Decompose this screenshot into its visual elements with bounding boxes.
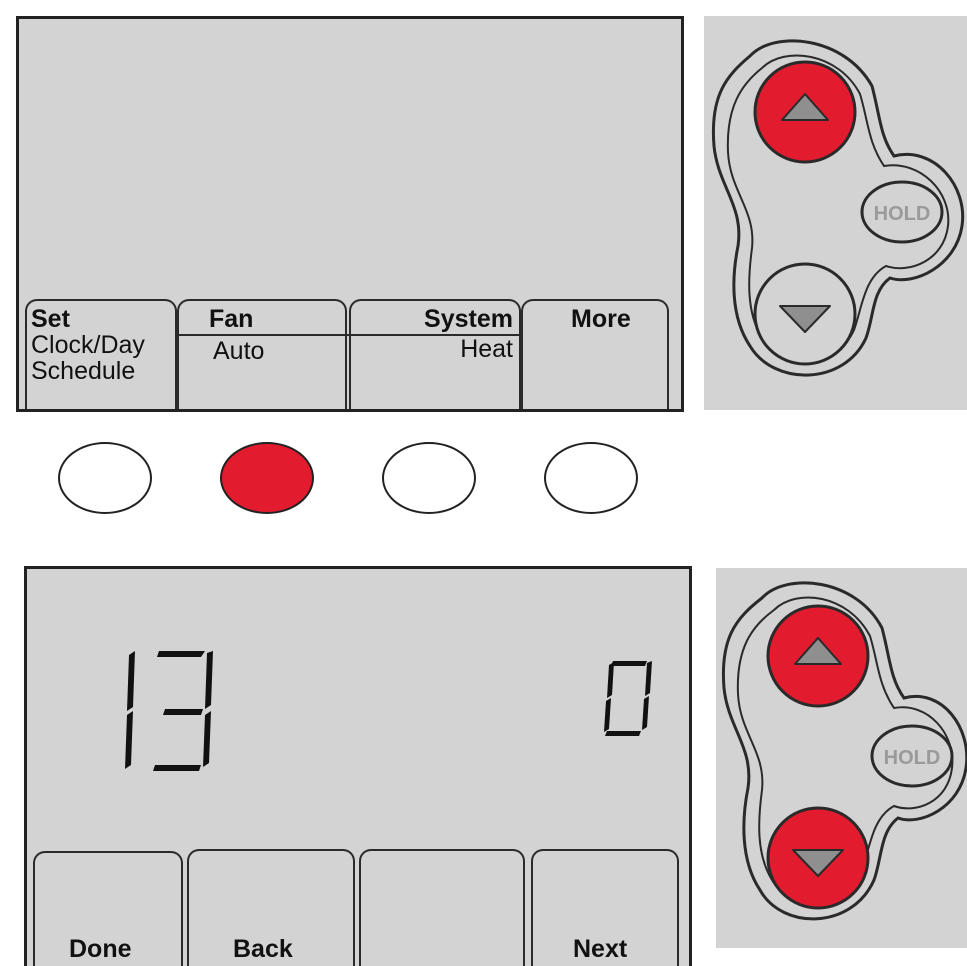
seven-segment-13 xyxy=(125,651,213,771)
tab-set-line-1: Clock/Day xyxy=(31,331,145,359)
tab-blank[interactable] xyxy=(359,849,525,966)
tab-more[interactable]: More xyxy=(521,299,669,409)
bottom-keypad-panel: HOLD xyxy=(716,568,967,948)
tab-fan[interactable]: Fan Auto xyxy=(177,299,349,409)
up-arrow-button-bottom[interactable] xyxy=(766,604,870,708)
soft-button-3[interactable] xyxy=(382,442,476,514)
hold-label: HOLD xyxy=(874,203,931,225)
tab-done-label: Done xyxy=(69,935,132,963)
tab-back-label: Back xyxy=(233,935,293,963)
tab-set-line-2: Schedule xyxy=(31,357,136,385)
tab-fan-title: Fan xyxy=(209,305,254,333)
up-arrow-button[interactable] xyxy=(753,60,857,164)
tab-fan-value: Auto xyxy=(213,337,265,365)
down-arrow-button[interactable] xyxy=(753,262,857,366)
tab-system-value: Heat xyxy=(460,335,513,363)
hold-button[interactable]: HOLD xyxy=(860,180,944,244)
bottom-lcd-screen: 13 0 Done Back Next xyxy=(24,566,692,966)
tab-system[interactable]: System Heat xyxy=(349,299,523,409)
top-lcd-screen: Set Clock/Day Schedule Fan Auto System H… xyxy=(16,16,684,412)
tab-set-title: Set xyxy=(31,305,70,333)
tab-next-label: Next xyxy=(573,935,628,963)
soft-button-2[interactable] xyxy=(220,442,314,514)
tab-system-title: System xyxy=(424,305,513,333)
hold-button-bottom[interactable]: HOLD xyxy=(870,724,954,788)
tab-set[interactable]: Set Clock/Day Schedule xyxy=(25,299,177,409)
down-arrow-button-bottom[interactable] xyxy=(766,806,870,910)
tab-fan-divider xyxy=(179,334,349,336)
bottom-keypad-graphic: HOLD xyxy=(721,581,967,921)
seven-segment-0 xyxy=(604,661,652,736)
tab-next[interactable]: Next xyxy=(531,849,679,966)
soft-button-1[interactable] xyxy=(58,442,152,514)
tab-done[interactable]: Done xyxy=(33,851,183,966)
top-keypad-panel: HOLD xyxy=(704,16,967,410)
right-value-readout: 0 xyxy=(27,569,28,570)
soft-button-4[interactable] xyxy=(544,442,638,514)
hold-label-bottom: HOLD xyxy=(884,747,941,769)
tab-more-title: More xyxy=(571,305,631,333)
tab-back[interactable]: Back xyxy=(187,849,355,966)
top-keypad-graphic: HOLD xyxy=(711,39,965,377)
